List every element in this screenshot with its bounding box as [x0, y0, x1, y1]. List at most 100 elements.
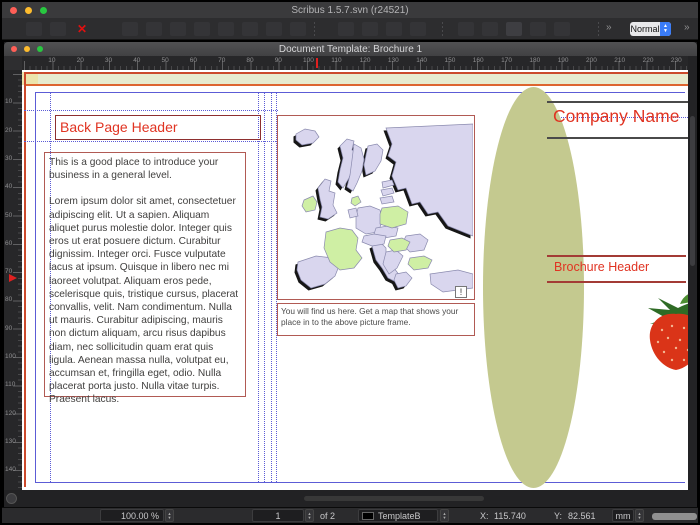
ruler-number: 60 [189, 57, 198, 64]
ruler-number: 220 [642, 57, 654, 64]
doc-close-icon[interactable] [11, 46, 17, 52]
view-mode-select[interactable]: Normal ▲ ▼ [630, 22, 671, 36]
ruler-x-position-marker [316, 58, 318, 68]
layer-color-swatch [362, 511, 374, 520]
surfboard-shape[interactable] [483, 87, 584, 488]
unit-stepper-icon[interactable]: ▲ ▼ [635, 509, 644, 522]
horizontal-ruler[interactable]: 10 20 30 40 50 60 70 80 90 100 110 120 130 140 150 160 1… [22, 56, 688, 70]
brochure-header-text[interactable]: Brochure Header [554, 260, 649, 274]
toolbar-separator [598, 22, 599, 36]
toolbar-overflow-right-icon[interactable]: » [684, 22, 689, 33]
toolbar-icon[interactable] [482, 22, 498, 36]
brochure-rule-top [547, 255, 686, 257]
toolbar-separator [442, 22, 443, 36]
zoom-level-field[interactable]: 100.00 % [100, 509, 164, 522]
toolbar-icon[interactable] [194, 22, 210, 36]
map-caption-frame[interactable]: You will find us here. Get a map that sh… [277, 303, 475, 336]
ruler-number: 170 [501, 57, 512, 64]
page-number-field[interactable]: 1 [252, 509, 304, 522]
toolbar-icon[interactable] [242, 22, 258, 36]
vertical-ruler[interactable]: 10 20 30 40 50 60 70 80 90 100 110 120 130 140 [4, 70, 22, 490]
toolbar-icon-active[interactable] [506, 22, 522, 36]
app-minimize-icon[interactable] [25, 7, 32, 14]
page-stepper-icon[interactable]: ▲ ▼ [305, 509, 314, 522]
image-warning-icon[interactable]: ! [455, 286, 467, 298]
toolbar-icon[interactable] [290, 22, 306, 36]
toolbar-icon[interactable] [386, 22, 402, 36]
vertical-scrollbar-thumb[interactable] [690, 116, 695, 266]
toolbar-icon[interactable] [530, 22, 546, 36]
ruler-number: 80 [5, 296, 13, 304]
toolbar-icon[interactable] [50, 22, 66, 36]
scribus-app-window: Scribus 1.5.7.svn (r24521) ✕ » Normal ▲ ▼… [0, 0, 700, 525]
ruler-number: 120 [5, 409, 16, 417]
page-canvas[interactable]: Back Page Header This is a good place to… [22, 70, 688, 490]
fold-guide [264, 92, 265, 482]
vertical-scrollbar[interactable] [688, 56, 697, 504]
ruler-number: 120 [359, 57, 371, 64]
layer-stepper-icon[interactable]: ▲ ▼ [440, 509, 449, 522]
doc-minimize-icon[interactable] [24, 46, 30, 52]
ruler-number: 130 [5, 437, 16, 445]
ruler-number: 90 [274, 57, 282, 64]
toolbar-icon[interactable] [170, 22, 186, 36]
ruler-number: 80 [246, 57, 254, 64]
toolbar-icon[interactable] [410, 22, 426, 36]
template-orange-rule [24, 84, 688, 86]
ruler-number: 190 [557, 57, 569, 64]
margin-guide-left [35, 92, 36, 482]
zoom-stepper-icon[interactable]: ▲ ▼ [165, 509, 174, 522]
company-name-text[interactable]: Company Name [553, 106, 679, 127]
app-close-icon[interactable] [10, 7, 17, 14]
toolbar-separator [314, 22, 315, 36]
ruler-origin-corner[interactable] [4, 56, 22, 70]
ruler-number: 180 [529, 57, 541, 64]
ruler-number: 60 [5, 239, 13, 247]
progress-bar [652, 513, 697, 520]
strawberry-image[interactable] [640, 290, 688, 372]
toolbar-icon[interactable] [338, 22, 354, 36]
view-mode-stepper-icon[interactable]: ▲ ▼ [660, 22, 671, 36]
cursor-x-value: 115.740 [494, 511, 526, 521]
back-page-header-text: Back Page Header [60, 119, 178, 135]
ruler-number: 20 [5, 126, 13, 134]
horizontal-scrollbar[interactable] [4, 490, 697, 507]
toolbar-icon[interactable] [218, 22, 234, 36]
back-page-header-frame[interactable]: Back Page Header [55, 115, 261, 140]
toolbar-icon[interactable] [146, 22, 162, 36]
fold-guide [271, 92, 272, 482]
body-paragraph: Lorem ipsum dolor sit amet, consectetuer… [49, 196, 239, 406]
map-image-frame[interactable] [277, 115, 475, 300]
company-rule-bottom [547, 137, 688, 139]
brochure-rule-bottom [547, 281, 686, 283]
margin-guide-bottom [35, 482, 685, 483]
ruler-number: 100 [303, 57, 314, 64]
toolbar-icon[interactable] [554, 22, 570, 36]
map-caption-text: You will find us here. Get a map that sh… [281, 306, 459, 327]
app-titlebar: Scribus 1.5.7.svn (r24521) [2, 2, 698, 18]
unit-value: mm [615, 510, 631, 521]
ruler-number: 100 [5, 353, 16, 360]
unit-select[interactable]: mm [612, 509, 634, 522]
page-left-border [24, 72, 26, 487]
ruler-number: 20 [76, 57, 84, 64]
statusbar: 100.00 % ▲ ▼ 1 ▲ ▼ of 2 TemplateB ▲ ▼ X: 11… [2, 507, 698, 523]
ruler-number: 90 [5, 324, 13, 332]
toolbar-icon[interactable] [458, 22, 474, 36]
fold-guide [258, 92, 259, 482]
toolbar-icon[interactable] [122, 22, 138, 36]
toolbar-icon[interactable] [362, 22, 378, 36]
horizontal-scrollbar-thumb[interactable] [304, 496, 484, 501]
toolbar-icon[interactable] [266, 22, 282, 36]
body-text-frame[interactable]: This is a good place to introduce your b… [44, 152, 246, 405]
toolbar-overflow-icon[interactable]: » [606, 22, 611, 33]
close-document-icon[interactable]: ✕ [74, 21, 90, 37]
doc-zoom-icon[interactable] [37, 46, 43, 52]
layer-select[interactable]: TemplateB [358, 509, 438, 522]
app-title: Scribus 1.5.7.svn (r24521) [291, 4, 409, 16]
ruler-number: 210 [614, 57, 626, 64]
app-zoom-icon[interactable] [40, 7, 47, 14]
scrollbar-knob[interactable] [6, 493, 17, 504]
row-guide [24, 110, 278, 111]
toolbar-icon[interactable] [26, 22, 42, 36]
